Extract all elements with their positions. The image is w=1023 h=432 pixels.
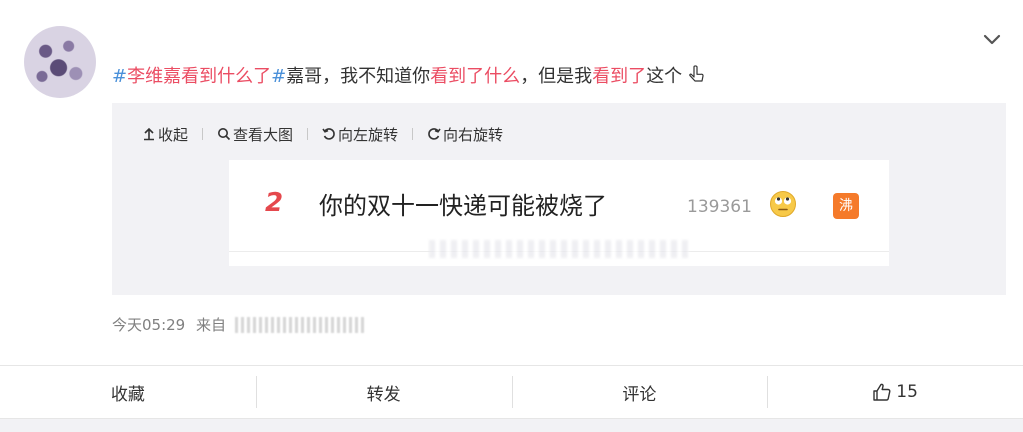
thumbs-up-icon (873, 383, 891, 401)
highlight-text: 看到了 (592, 66, 647, 87)
favorite-button[interactable]: 收藏 (0, 366, 256, 418)
attached-image[interactable]: 2 你的双十一快递可能被烧了 139361 沸 (229, 160, 889, 266)
post-text-segment: 嘉哥，我不知道你 (286, 66, 431, 87)
collapse-arrow-icon (144, 127, 154, 141)
avatar[interactable] (24, 26, 96, 98)
view-large-button[interactable]: 查看大图 (217, 124, 293, 145)
comment-label: 评论 (622, 384, 657, 405)
source-prefix: 来自 (196, 316, 227, 334)
hot-badge: 沸 (833, 193, 859, 219)
like-button[interactable]: 15 (767, 366, 1023, 418)
image-artifact (429, 240, 689, 258)
hot-search-row: 2 你的双十一快递可能被烧了 139361 沸 (229, 160, 889, 252)
collapse-button[interactable]: 收起 (142, 124, 188, 145)
action-bar: 收藏 转发 评论 15 (0, 366, 1023, 418)
topic-hash-open[interactable]: # (112, 66, 127, 87)
post-time[interactable]: 今天05:29 (112, 316, 185, 334)
rotate-left-label: 向左旋转 (338, 125, 399, 144)
rotate-right-icon (428, 128, 441, 140)
highlight-text: 看到了什么 (430, 66, 521, 87)
post-text-segment: ，但是我 (520, 66, 593, 87)
topic-link[interactable]: 李维嘉看到什么了 (127, 66, 271, 87)
repost-button[interactable]: 转发 (255, 366, 512, 418)
chevron-down-icon[interactable] (981, 28, 1003, 50)
post-text-segment: 这个 (646, 66, 683, 87)
bottom-gap (0, 418, 1023, 432)
toolbar-separator (412, 128, 414, 140)
rotate-right-button[interactable]: 向右旋转 (427, 124, 503, 145)
media-toolbar: 收起 查看大图 向左旋转 向右旋转 (142, 123, 503, 145)
favorite-label: 收藏 (110, 384, 145, 405)
post-text: #李维嘉看到什么了#嘉哥，我不知道你看到了什么，但是我看到了这个 (112, 64, 706, 90)
toolbar-separator (307, 128, 309, 140)
toolbar-separator (202, 128, 204, 140)
hot-search-count: 139361 (687, 197, 752, 217)
rotate-right-label: 向右旋转 (443, 125, 504, 144)
repost-label: 转发 (366, 384, 401, 405)
rank-number: 2 (265, 188, 284, 218)
comment-button[interactable]: 评论 (511, 366, 768, 418)
pointing-hand-down-icon (689, 65, 704, 82)
source-name-obscured[interactable] (234, 317, 365, 333)
magnifier-icon (218, 128, 231, 141)
like-count: 15 (896, 382, 918, 402)
rotate-left-icon (322, 128, 335, 140)
rolling-eyes-emoji-icon (770, 191, 796, 217)
post-meta: 今天05:29 来自 (112, 314, 365, 335)
topic-hash-close[interactable]: # (271, 66, 286, 87)
rotate-left-button[interactable]: 向左旋转 (322, 124, 398, 145)
view-large-label: 查看大图 (233, 125, 294, 144)
collapse-label: 收起 (158, 125, 189, 144)
media-box: 收起 查看大图 向左旋转 向右旋转 2 你的双十一快递可能被烧了 139361 (112, 103, 1006, 295)
hot-search-headline: 你的双十一快递可能被烧了 (319, 192, 607, 220)
